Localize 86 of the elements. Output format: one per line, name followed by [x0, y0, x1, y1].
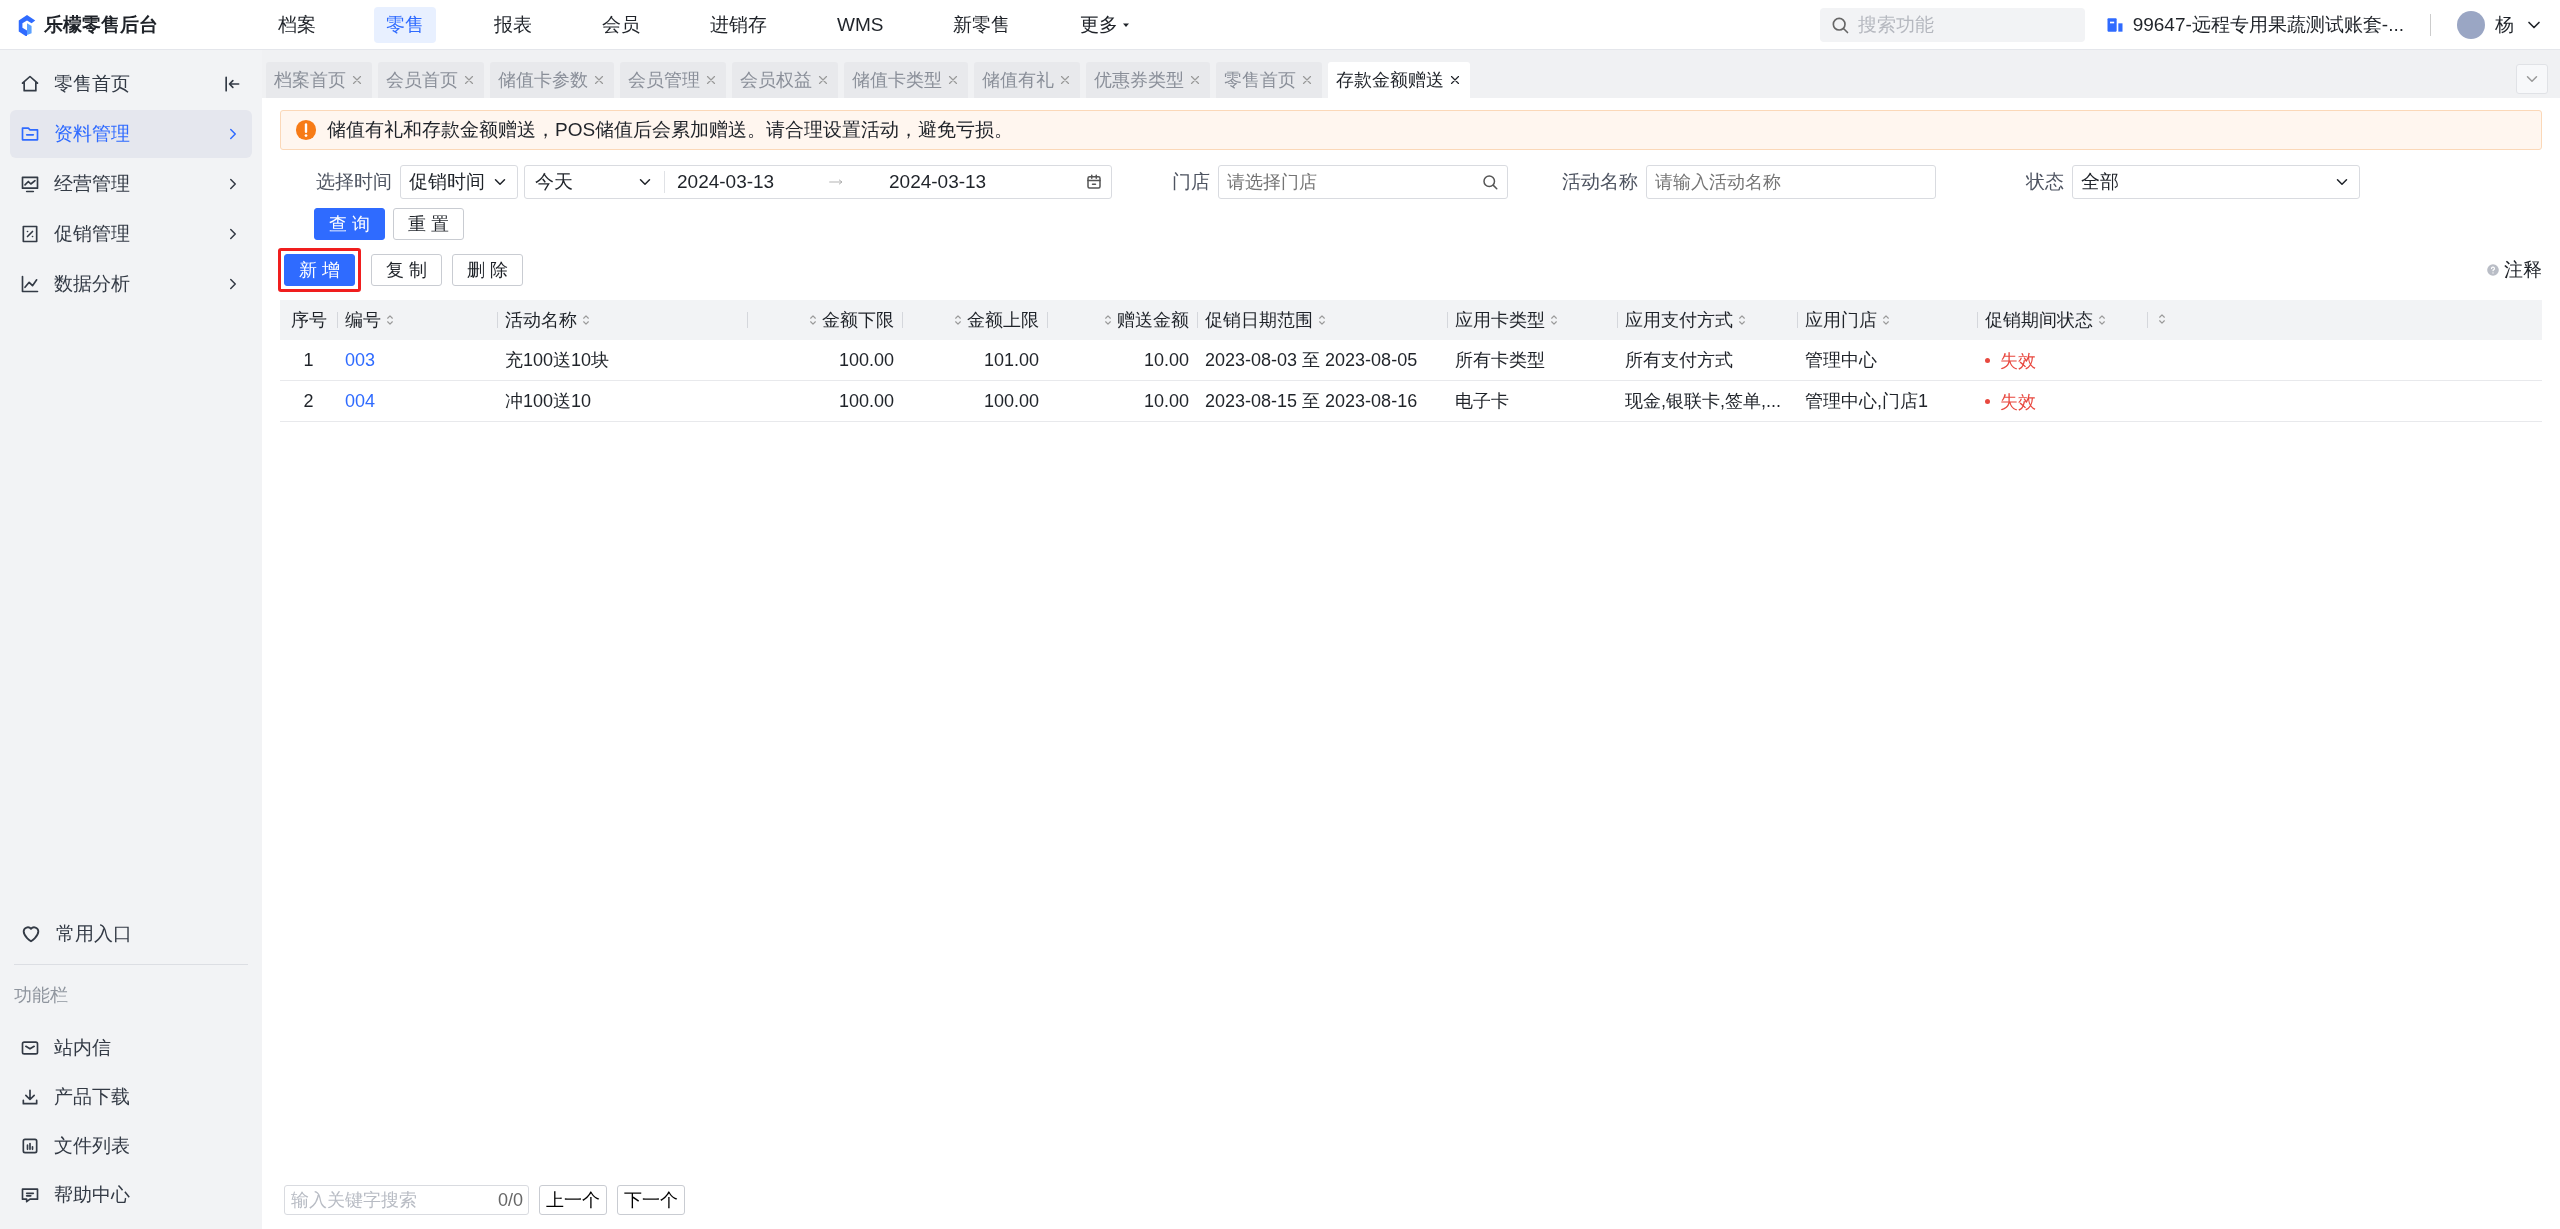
sidebar-item[interactable]: 资料管理 [10, 110, 252, 158]
query-button[interactable]: 查 询 [314, 208, 385, 240]
table-cell: 所有支付方式 [1625, 350, 1733, 370]
account-name: 99647-远程专用果蔬测试账套-... [2132, 12, 2404, 37]
table-cell: 100.00 [838, 390, 894, 411]
status-text: 失效 [2000, 349, 2036, 373]
home-icon [20, 74, 40, 94]
search-field[interactable]: 搜索功能 [1819, 7, 2085, 42]
nav-item[interactable]: 报表 [482, 6, 544, 43]
field-label: 状态 [2026, 170, 2064, 194]
sidebar-item[interactable]: 站内信 [10, 1023, 252, 1072]
account-switcher[interactable]: 99647-远程专用果蔬测试账套-... [2104, 11, 2404, 38]
table-cell: 所有卡类型 [1455, 350, 1545, 370]
nav-item[interactable]: 新零售 [941, 6, 1023, 43]
start-date: 2024-03-13 [676, 171, 776, 193]
field-label: 选择时间 [316, 170, 392, 194]
tab[interactable]: 存款金额赠送 [1328, 62, 1470, 98]
status-select[interactable]: 全部 [2072, 165, 2360, 199]
warning-icon [295, 119, 317, 141]
end-date: 2024-03-13 [889, 171, 988, 193]
table-cell: 电子卡 [1455, 391, 1509, 411]
sidebar-item[interactable]: 促销管理 [10, 210, 252, 258]
status-text: 失效 [2000, 390, 2036, 414]
collapse-icon[interactable] [222, 74, 242, 94]
nav-item[interactable]: 档案 [266, 6, 328, 43]
nav-item[interactable]: 零售 [374, 6, 436, 43]
table-cell: 100.00 [838, 349, 894, 370]
calendar-icon [1085, 173, 1103, 191]
tag-icon [20, 224, 40, 244]
monitor-icon [20, 174, 40, 194]
avatar [2457, 10, 2485, 39]
folder-icon [20, 124, 40, 144]
nav-item[interactable]: 会员 [590, 6, 652, 43]
table-cell: 10.00 [1143, 349, 1189, 370]
store-field[interactable]: 请选择门店 [1218, 165, 1508, 199]
sidebar-item[interactable]: 产品下载 [10, 1072, 252, 1121]
table-cell: 10.00 [1143, 390, 1189, 411]
nav-item[interactable]: 更多 [1068, 6, 1145, 43]
brand-name: 乐檬零售后台 [44, 12, 158, 37]
sidebar-item[interactable]: 文件列表 [10, 1121, 252, 1170]
add-button[interactable]: 新 增 [284, 254, 355, 286]
reset-button[interactable]: 重 置 [393, 208, 465, 240]
nav-item[interactable]: WMS [825, 8, 896, 41]
nav-item[interactable]: 进销存 [698, 6, 779, 43]
sidebar-item[interactable]: 常用入口 [10, 909, 252, 958]
range-select[interactable]: 今天 [525, 171, 665, 193]
table-cell: 2023-08-03 至 2023-08-05 [1205, 350, 1418, 370]
sidebar-item[interactable]: 经营管理 [10, 160, 252, 208]
table-cell: 管理中心,门店1 [1805, 391, 1928, 411]
table-cell: 充100送10块 [505, 350, 610, 370]
date-range-field[interactable]: 今天 2024-03-13 2024-03-13 [524, 165, 1112, 199]
field-label: 活动名称 [1562, 170, 1638, 194]
column-header[interactable]: 编号 [345, 308, 397, 332]
column-header: 序号 [290, 309, 327, 332]
notice-text: 储值有礼和存款金额赠送，POS储值后会累加赠送。请合理设置活动，避免亏损。 [327, 118, 1014, 142]
tabs-menu-button[interactable] [2516, 64, 2548, 94]
line-chart-icon [20, 274, 40, 294]
sidebar-item[interactable]: 帮助中心 [10, 1170, 252, 1219]
table-cell: 100.00 [983, 390, 1039, 411]
time-type-select[interactable]: 促销时间 [400, 165, 518, 199]
copy-button[interactable]: 复 制 [371, 254, 443, 286]
table-cell: 现金,银联卡,签单,... [1625, 391, 1781, 411]
field-label: 门店 [1172, 170, 1210, 194]
section-title: 功能栏 [13, 984, 69, 1007]
match-count: 0/0 [497, 1190, 523, 1211]
table-cell: 管理中心 [1805, 350, 1877, 370]
code-link[interactable]: 003 [345, 349, 376, 370]
table-cell: 冲100送10 [505, 391, 592, 411]
sidebar-item[interactable]: 零售首页 [10, 60, 252, 108]
activity-name-field[interactable]: 请输入活动名称 [1646, 165, 1936, 199]
help-link[interactable]: 注释 [2486, 257, 2542, 283]
table-cell: 2 [303, 390, 314, 411]
search-icon [1481, 173, 1499, 191]
user-menu[interactable]: 杨 [2457, 10, 2544, 39]
table-cell: 1 [303, 349, 314, 370]
table-cell: 2023-08-15 至 2023-08-16 [1205, 391, 1418, 411]
next-button[interactable]: 下一个 [617, 1185, 685, 1215]
logo-icon [16, 13, 38, 36]
sidebar-item[interactable]: 数据分析 [10, 260, 252, 308]
help-icon [2486, 263, 2500, 277]
delete-button[interactable]: 删 除 [452, 254, 524, 286]
user-name: 杨 [2495, 12, 2514, 37]
previous-button[interactable]: 上一个 [539, 1185, 607, 1215]
close-icon[interactable] [1448, 73, 1462, 87]
table-cell: 101.00 [983, 349, 1039, 370]
code-link[interactable]: 004 [345, 390, 376, 411]
